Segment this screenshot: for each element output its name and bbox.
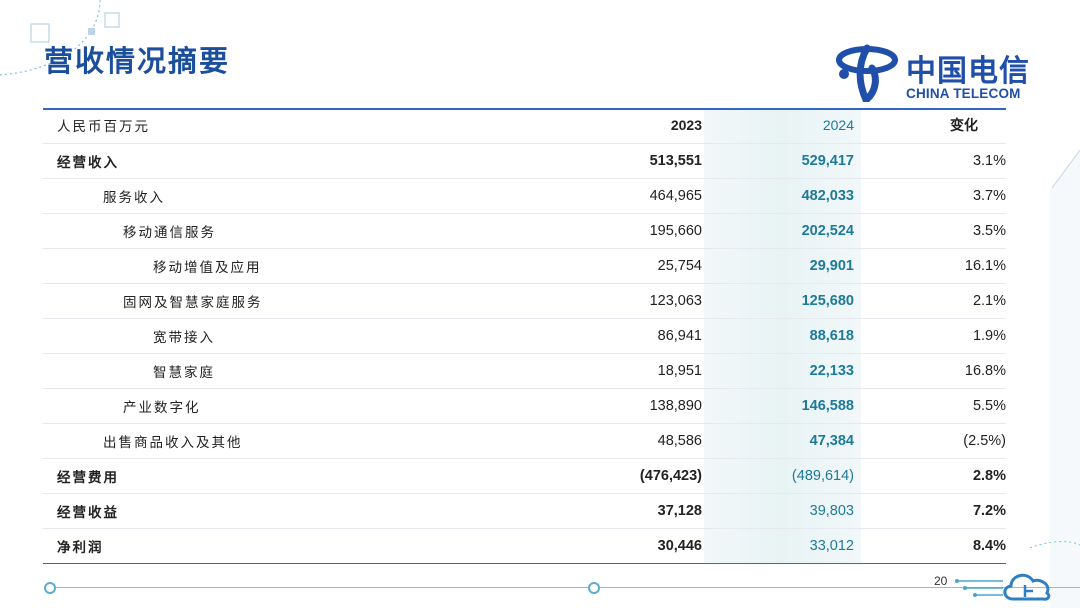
value-2023: 138,890	[603, 388, 704, 424]
value-change: (2.5%)	[862, 423, 1006, 459]
value-2024: 482,033	[704, 178, 862, 214]
table-row: 经营收益 37,128 39,803 7.2%	[43, 493, 1006, 529]
revenue-summary-table: 人民币百万元 2023 2024 变化 经营收入 513,551 529,417…	[43, 108, 1006, 563]
value-change: 5.5%	[862, 388, 1006, 424]
row-label: 产业数字化	[43, 388, 603, 424]
row-label: 经营收入	[43, 143, 603, 179]
value-2023: 25,754	[603, 248, 704, 284]
value-2024: (489,614)	[704, 458, 862, 494]
value-2024: 529,417	[704, 143, 862, 179]
value-change: 3.7%	[862, 178, 1006, 214]
table-row: 出售商品收入及其他 48,586 47,384 (2.5%)	[43, 423, 1006, 459]
table-row: 产业数字化 138,890 146,588 5.5%	[43, 388, 1006, 424]
value-change: 16.1%	[862, 248, 1006, 284]
value-2023: (476,423)	[603, 458, 704, 494]
logo-english-text: CHINA TELECOM	[906, 86, 1021, 101]
footer-dot-left	[44, 582, 56, 594]
page-number: 20	[934, 574, 948, 588]
value-2023: 464,965	[603, 178, 704, 214]
value-2023: 30,446	[657, 537, 702, 554]
row-label: 智慧家庭	[43, 353, 603, 389]
value-2023: 195,660	[603, 213, 704, 249]
value-2023: 48,586	[603, 423, 704, 459]
row-label: 固网及智慧家庭服务	[43, 283, 603, 319]
telecom-swirl-icon	[836, 44, 898, 102]
table-row: 固网及智慧家庭服务 123,063 125,680 2.1%	[43, 283, 1006, 319]
value-change: 2.1%	[862, 283, 1006, 319]
table-row: 净利润 30,446 33,012 8.4%	[43, 528, 1006, 563]
value-change: 1.9%	[862, 318, 1006, 354]
value-2023: 513,551	[603, 143, 704, 179]
table-header-row: 人民币百万元 2023 2024 变化	[43, 108, 1006, 144]
value-change: 3.1%	[862, 143, 1006, 179]
row-label: 移动通信服务	[43, 213, 603, 249]
row-label: 经营费用	[43, 458, 603, 494]
table-row: 宽带接入 86,941 88,618 1.9%	[43, 318, 1006, 354]
value-change: 7.2%	[862, 493, 1006, 529]
table-row: 移动增值及应用 25,754 29,901 16.1%	[43, 248, 1006, 284]
row-label: 移动增值及应用	[43, 248, 603, 284]
value-2024: 29,901	[704, 248, 862, 284]
value-2024: 47,384	[704, 423, 862, 459]
table-row: 经营费用 (476,423) (489,614) 2.8%	[43, 458, 1006, 494]
value-2024: 146,588	[704, 388, 862, 424]
value-2024: 125,680	[704, 283, 862, 319]
value-2024: 39,803	[704, 493, 862, 529]
table-row: 智慧家庭 18,951 22,133 16.8%	[43, 353, 1006, 389]
logo-chinese-text: 中国电信	[906, 54, 1030, 89]
table-row: 服务收入 464,965 482,033 3.7%	[43, 178, 1006, 214]
value-2023: 37,128	[603, 493, 704, 529]
header-change: 变化	[862, 108, 1006, 144]
value-2023: 86,941	[603, 318, 704, 354]
value-change: 2.8%	[862, 458, 1006, 494]
footer-dot-middle	[588, 582, 600, 594]
footer-rule	[48, 587, 1080, 588]
row-label: 出售商品收入及其他	[43, 423, 603, 459]
table-bottom-rule	[43, 563, 1006, 564]
value-2024: 33,012	[809, 537, 854, 554]
unit-label: 人民币百万元	[43, 108, 603, 144]
row-label: 净利润	[57, 539, 104, 556]
table-row: 经营收入 513,551 529,417 3.1%	[43, 143, 1006, 179]
value-2023: 123,063	[603, 283, 704, 319]
value-change: 8.4%	[972, 537, 1006, 554]
china-telecom-logo: 中国电信 CHINA TELECOM	[836, 44, 1041, 102]
value-2023: 18,951	[603, 353, 704, 389]
value-2024: 202,524	[704, 213, 862, 249]
table-row: 移动通信服务 195,660 202,524 3.5%	[43, 213, 1006, 249]
cloud-network-icon	[955, 573, 1051, 601]
header-2024: 2024	[704, 108, 862, 144]
value-change: 16.8%	[862, 353, 1006, 389]
value-2024: 88,618	[704, 318, 862, 354]
page-title: 营收情况摘要	[44, 44, 231, 78]
row-label: 宽带接入	[43, 318, 603, 354]
header-2023: 2023	[603, 108, 704, 144]
value-2024: 22,133	[704, 353, 862, 389]
row-label: 经营收益	[43, 493, 603, 529]
row-label: 服务收入	[43, 178, 603, 214]
value-change: 3.5%	[862, 213, 1006, 249]
